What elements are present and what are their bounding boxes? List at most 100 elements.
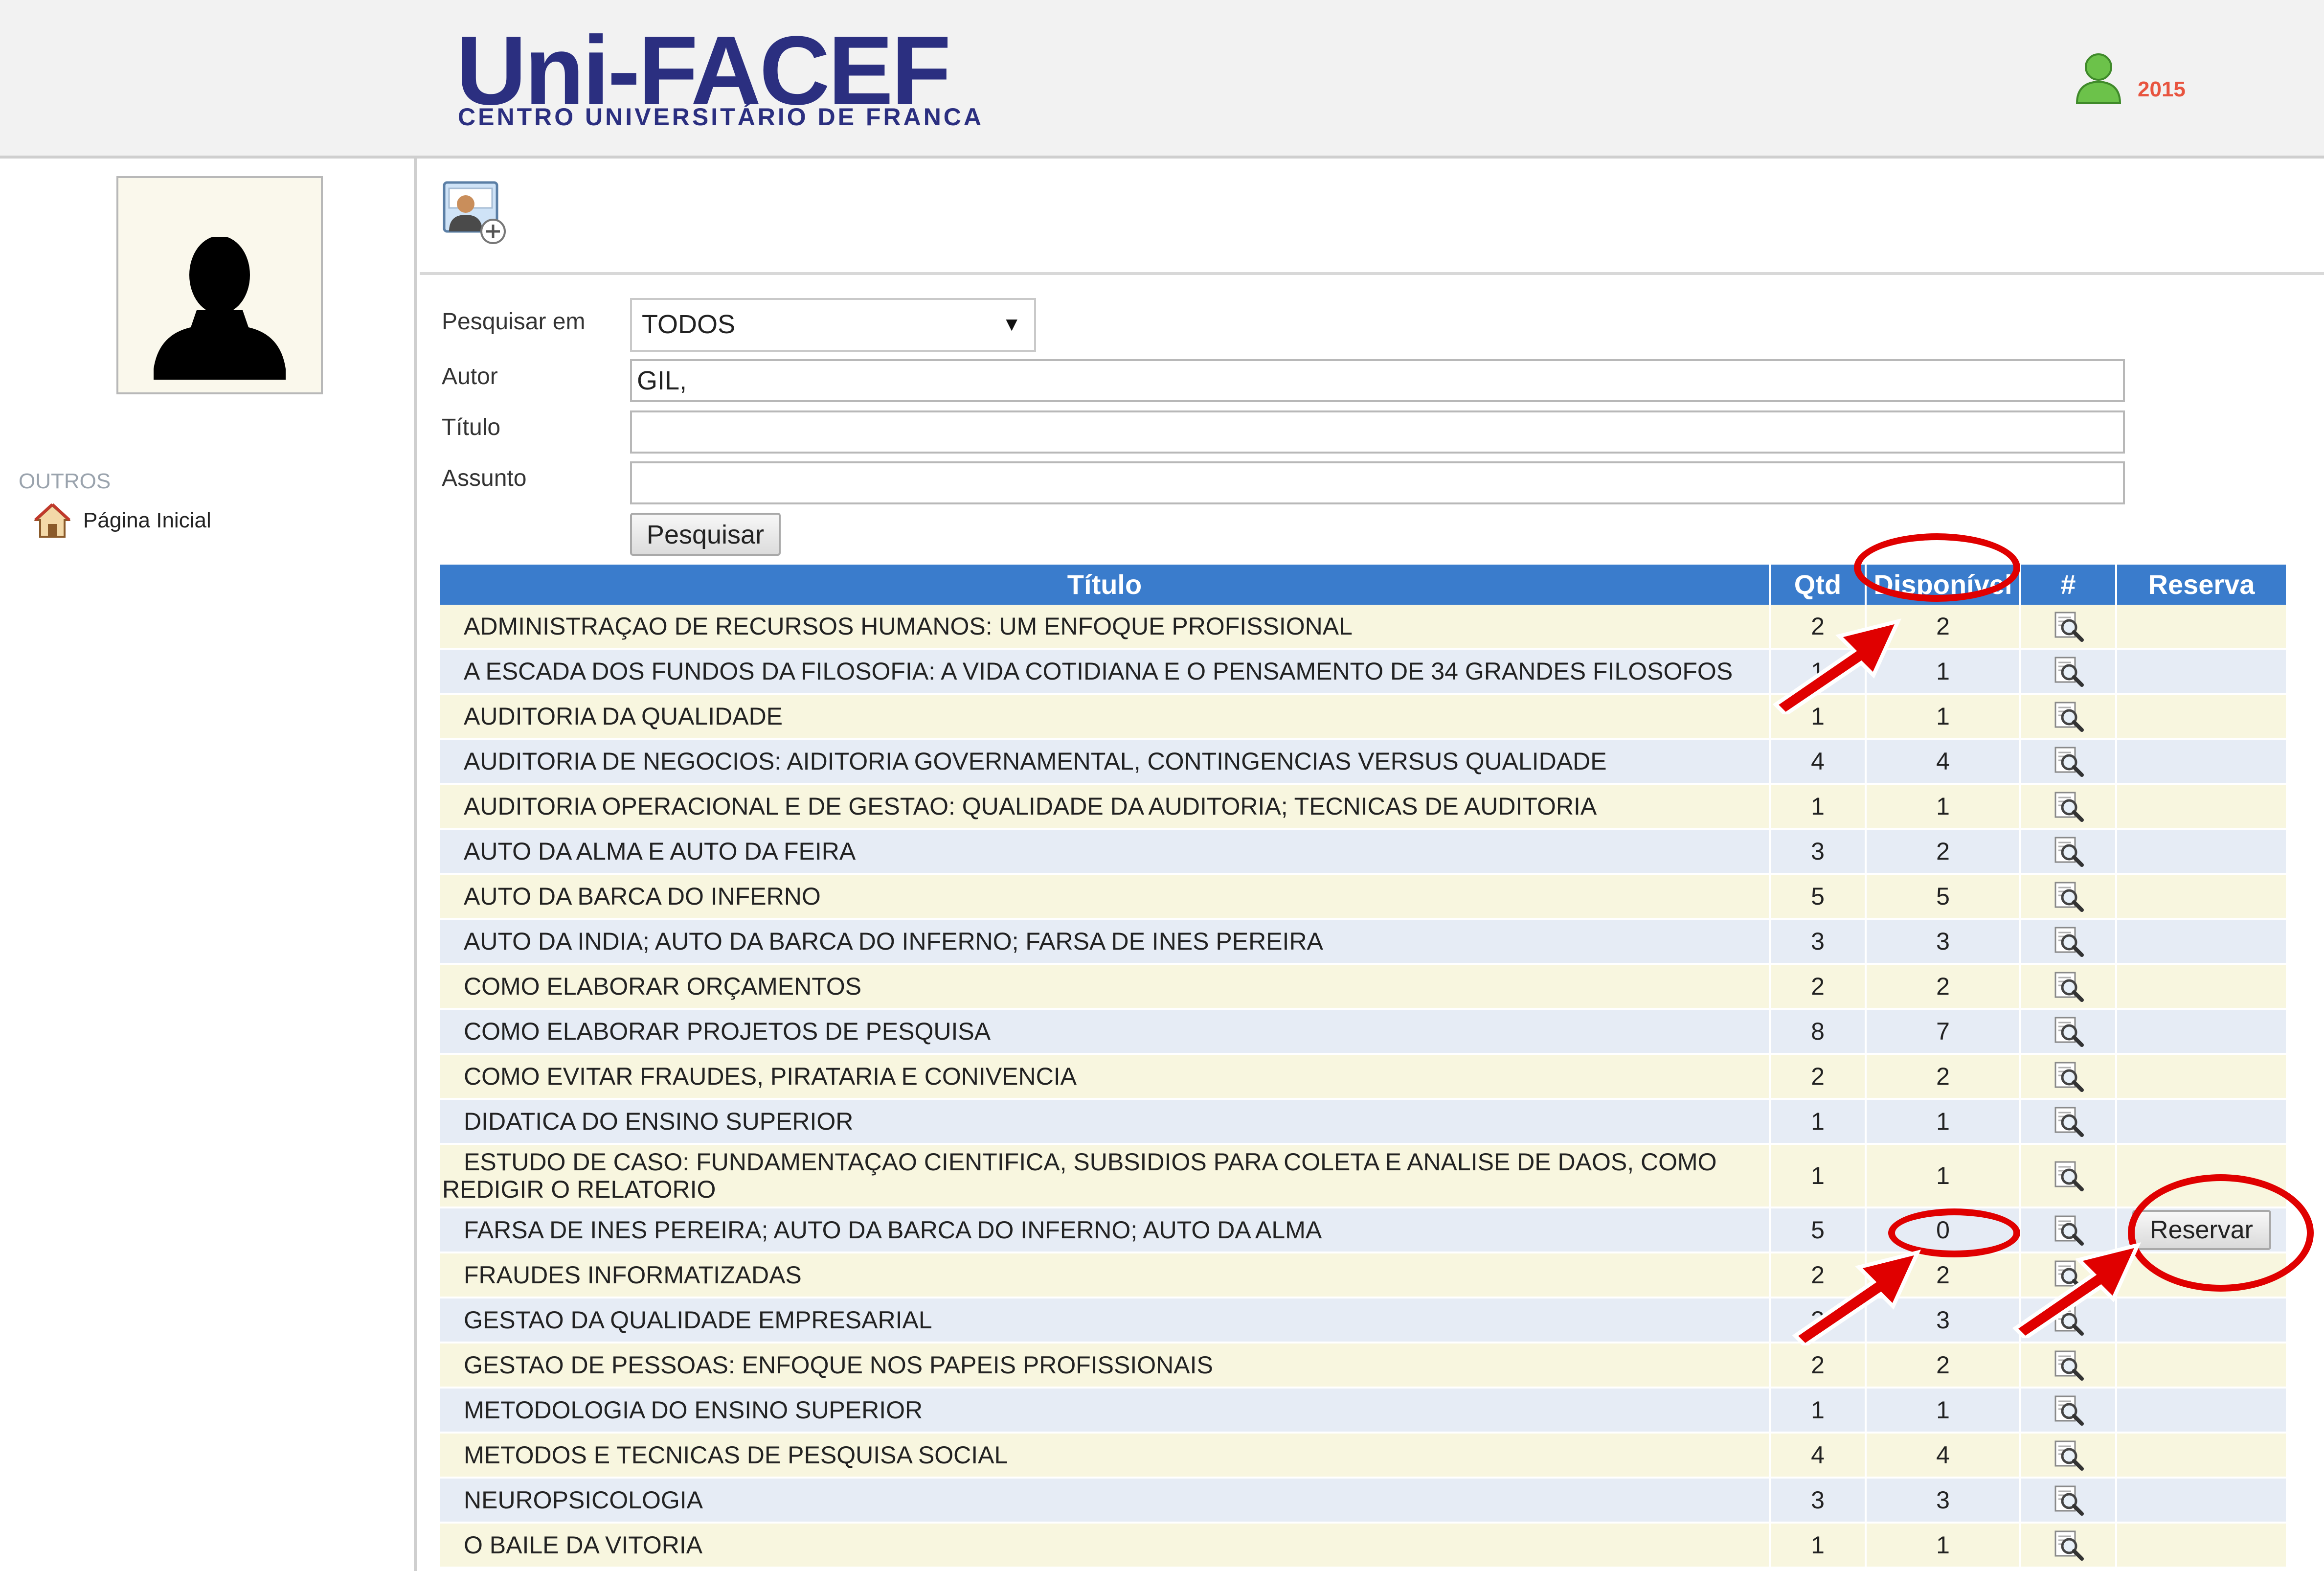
quantity-cell: 5 [1771,875,1867,918]
available-cell: 2 [1867,1055,2021,1098]
sidebar-item-home[interactable]: Página Inicial [34,501,211,540]
book-title: FRAUDES INFORMATIZADAS [440,1253,1771,1297]
book-title: AUTO DA BARCA DO INFERNO [440,875,1771,918]
view-details-button[interactable] [2021,1389,2117,1432]
quantity-cell: 3 [1771,1479,1867,1522]
quantity-cell: 3 [1771,830,1867,873]
book-title: ADMINISTRAÇAO DE RECURSOS HUMANOS: UM EN… [440,605,1771,648]
title-input[interactable] [630,410,2125,454]
table-row: METODOLOGIA DO ENSINO SUPERIOR 1 1 [440,1389,2286,1434]
subject-input[interactable] [630,461,2125,504]
book-title: ESTUDO DE CASO: FUNDAMENTAÇAO CIENTIFICA… [440,1145,1771,1207]
magnifier-icon [2054,1485,2084,1516]
table-row: GESTAO DE PESSOAS: ENFOQUE NOS PAPEIS PR… [440,1343,2286,1389]
annotation-arrow-2 [1792,1250,1921,1345]
book-title: O BAILE DA VITORIA [440,1524,1771,1567]
view-details-button[interactable] [2021,740,2117,783]
column-header-view: # [2021,565,2117,605]
view-details-button[interactable] [2021,650,2117,693]
table-row: COMO ELABORAR PROJETOS DE PESQUISA 8 7 [440,1010,2286,1055]
table-row: AUDITORIA OPERACIONAL E DE GESTAO: QUALI… [440,785,2286,830]
view-details-button[interactable] [2021,785,2117,828]
book-title: FARSA DE INES PEREIRA; AUTO DA BARCA DO … [440,1208,1771,1252]
magnifier-icon [2054,1161,2084,1191]
book-title: AUDITORIA OPERACIONAL E DE GESTAO: QUALI… [440,785,1771,828]
book-title: METODOS E TECNICAS DE PESQUISA SOCIAL [440,1434,1771,1477]
magnifier-icon [2054,882,2084,912]
view-details-button[interactable] [2021,1343,2117,1387]
view-details-button[interactable] [2021,1010,2117,1053]
search-field-select[interactable]: TODOS ▼ [630,298,1036,352]
reserve-cell [2117,875,2286,918]
book-title: GESTAO DA QUALIDADE EMPRESARIAL [440,1298,1771,1342]
user-icon[interactable] [2074,51,2123,105]
magnifier-icon [2054,1395,2084,1426]
quantity-cell: 8 [1771,1010,1867,1053]
book-title: DIDATICA DO ENSINO SUPERIOR [440,1100,1771,1143]
annotation-circle-reserve-button [2128,1174,2314,1292]
available-cell: 1 [1867,1524,2021,1567]
available-cell: 1 [1867,1100,2021,1143]
table-row: DIDATICA DO ENSINO SUPERIOR 1 1 [440,1100,2286,1145]
quantity-cell: 2 [1771,1343,1867,1387]
unifacef-logo[interactable]: Uni-FACEF CENTRO UNIVERSITÁRIO DE FRANCA [456,22,994,137]
column-header-title[interactable]: Título [440,565,1771,605]
table-row: METODOS E TECNICAS DE PESQUISA SOCIAL 4 4 [440,1434,2286,1479]
view-details-button[interactable] [2021,1145,2117,1207]
book-title: COMO ELABORAR PROJETOS DE PESQUISA [440,1010,1771,1053]
magnifier-icon [2054,1350,2084,1381]
column-header-qtd[interactable]: Qtd [1771,565,1867,605]
quantity-cell: 1 [1771,1524,1867,1567]
user-year: 2015 [2138,77,2186,101]
magnifier-icon [2054,702,2084,732]
reserve-cell [2117,740,2286,783]
available-cell: 3 [1867,920,2021,963]
reserve-cell [2117,695,2286,738]
magnifier-icon [2054,1062,2084,1092]
author-input[interactable]: GIL, [630,359,2125,402]
table-row: AUTO DA ALMA E AUTO DA FEIRA 3 2 [440,830,2286,875]
table-body: ADMINISTRAÇAO DE RECURSOS HUMANOS: UM EN… [440,605,2286,1569]
view-details-button[interactable] [2021,1479,2117,1522]
available-cell: 7 [1867,1010,2021,1053]
magnifier-icon [2054,1530,2084,1561]
view-details-button[interactable] [2021,1055,2117,1098]
table-row: COMO EVITAR FRAUDES, PIRATARIA E CONIVEN… [440,1055,2286,1100]
table-row: COMO ELABORAR ORÇAMENTOS 2 2 [440,965,2286,1010]
view-details-button[interactable] [2021,1434,2117,1477]
reserve-cell [2117,1479,2286,1522]
magnifier-icon [2054,972,2084,1002]
table-row: NEUROPSICOLOGIA 3 3 [440,1479,2286,1524]
view-details-button[interactable] [2021,965,2117,1008]
available-cell: 2 [1867,830,2021,873]
view-details-button[interactable] [2021,1100,2117,1143]
book-title: AUDITORIA DA QUALIDADE [440,695,1771,738]
quantity-cell: 2 [1771,1055,1867,1098]
view-details-button[interactable] [2021,830,2117,873]
view-details-button[interactable] [2021,920,2117,963]
reserve-cell [2117,1524,2286,1567]
table-row: ESTUDO DE CASO: FUNDAMENTAÇAO CIENTIFICA… [440,1145,2286,1208]
house-icon [34,503,70,538]
magnifier-icon [2054,927,2084,957]
user-card-add-icon[interactable] [442,181,507,245]
magnifier-icon [2054,1107,2084,1137]
reserve-cell [2117,830,2286,873]
view-details-button[interactable] [2021,605,2117,648]
magnifier-icon [2054,657,2084,687]
reserve-cell [2117,1343,2286,1387]
reserve-cell [2117,650,2286,693]
quantity-cell: 3 [1771,920,1867,963]
search-button[interactable]: Pesquisar [630,513,781,556]
quantity-cell: 1 [1771,1145,1867,1207]
view-details-button[interactable] [2021,875,2117,918]
table-row: AUTO DA INDIA; AUTO DA BARCA DO INFERNO;… [440,920,2286,965]
view-details-button[interactable] [2021,1524,2117,1567]
available-cell: 3 [1867,1479,2021,1522]
available-cell: 4 [1867,740,2021,783]
avatar-silhouette-icon [154,237,286,380]
table-row: A ESCADA DOS FUNDOS DA FILOSOFIA: A VIDA… [440,650,2286,695]
annotation-arrow-3 [2012,1242,2142,1338]
view-details-button[interactable] [2021,695,2117,738]
book-title: AUTO DA ALMA E AUTO DA FEIRA [440,830,1771,873]
